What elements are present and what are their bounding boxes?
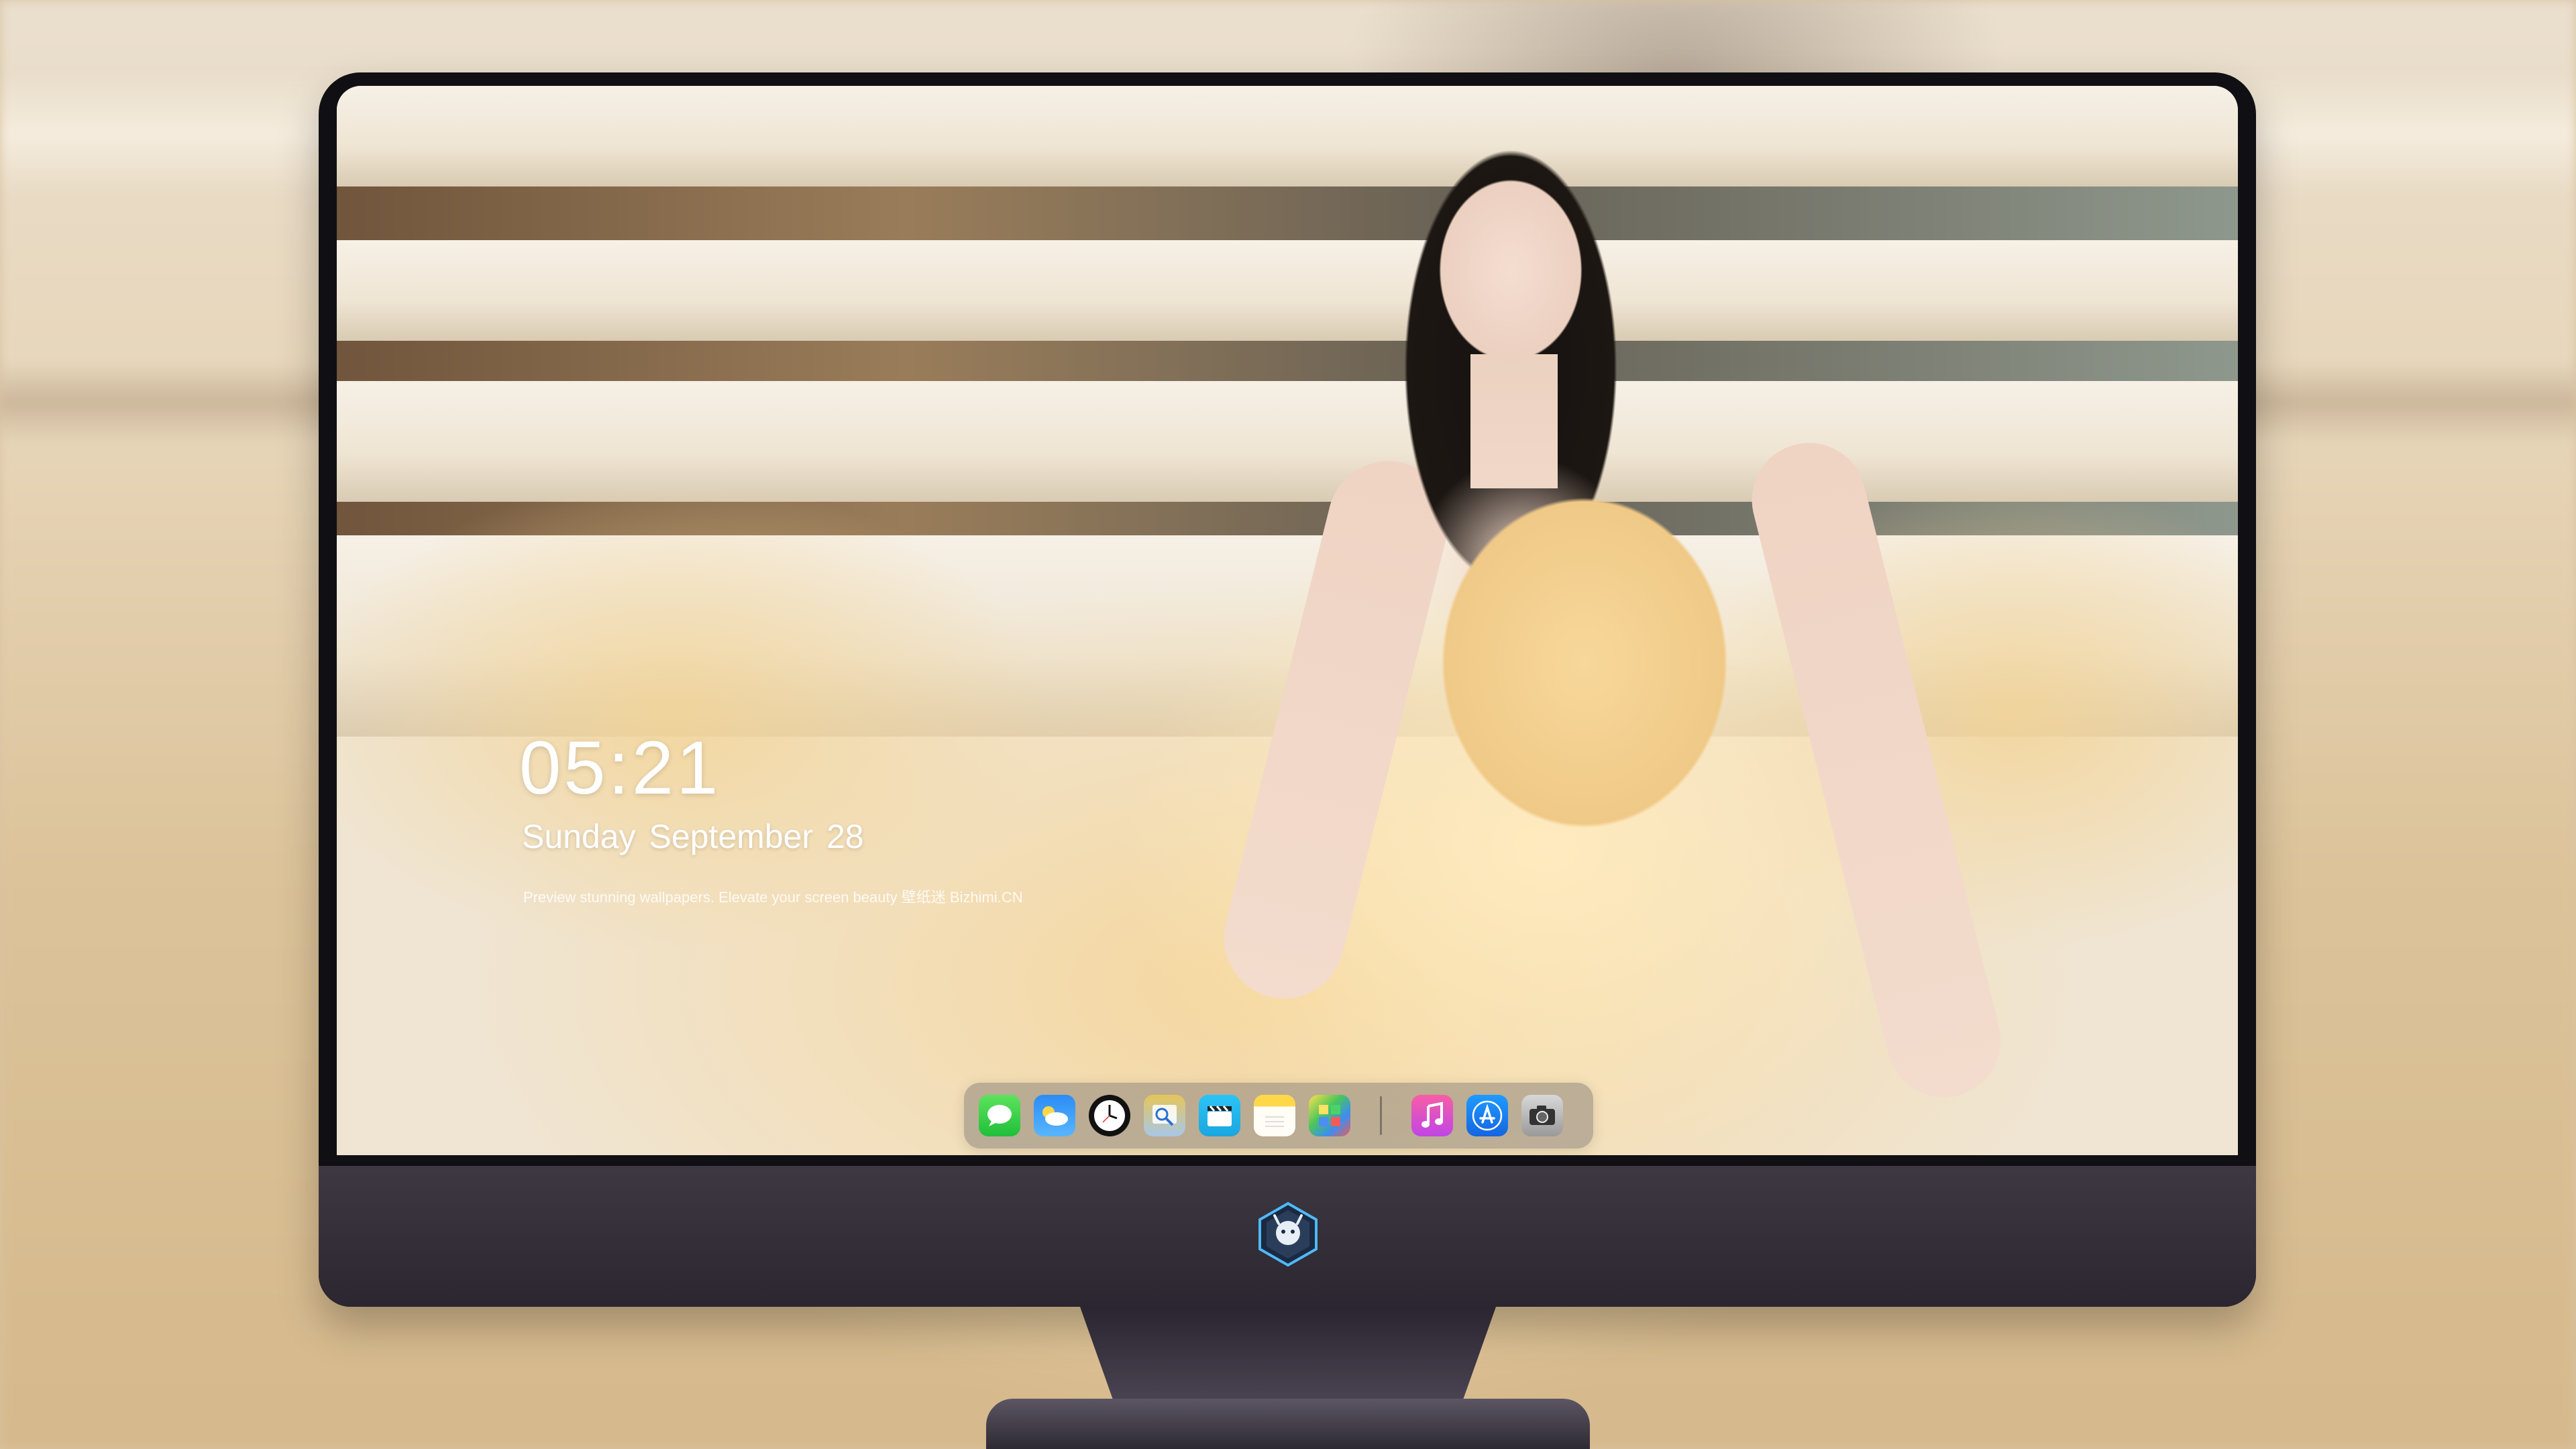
app-store-icon[interactable]	[1466, 1095, 1508, 1136]
preview-icon[interactable]	[1144, 1095, 1185, 1136]
camera-icon[interactable]	[1521, 1095, 1563, 1136]
wallpaper-slat	[337, 86, 2238, 186]
wallpaper-slat	[337, 240, 2238, 341]
cloud-icon[interactable]	[1034, 1095, 1075, 1136]
screen: 05:21 Sunday September 28 Preview stunni…	[337, 86, 2238, 1155]
notes-icon[interactable]	[1254, 1095, 1295, 1136]
dock	[964, 1083, 1593, 1148]
brand-logo-icon	[1254, 1201, 1322, 1268]
wallpaper-face	[1424, 160, 1598, 381]
message-bubble-icon[interactable]	[979, 1095, 1020, 1136]
lock-clock-time: 05:21	[519, 726, 721, 810]
wallpaper-bodice	[1410, 462, 1759, 864]
dock-separator	[1380, 1096, 1382, 1135]
lock-tagline: Preview stunning wallpapers. Elevate you…	[523, 889, 1023, 906]
music-note-icon[interactable]	[1411, 1095, 1453, 1136]
monitor-stand-neck	[1080, 1307, 1496, 1401]
lock-clock-date: Sunday September 28	[522, 818, 864, 855]
monitor-stand-base	[986, 1399, 1590, 1449]
wallpaper-gap	[337, 341, 2238, 381]
wallpaper-gap	[337, 186, 2238, 240]
clock-icon[interactable]	[1089, 1095, 1130, 1136]
photos-icon[interactable]	[1309, 1095, 1350, 1136]
clapperboard-icon[interactable]	[1199, 1095, 1240, 1136]
